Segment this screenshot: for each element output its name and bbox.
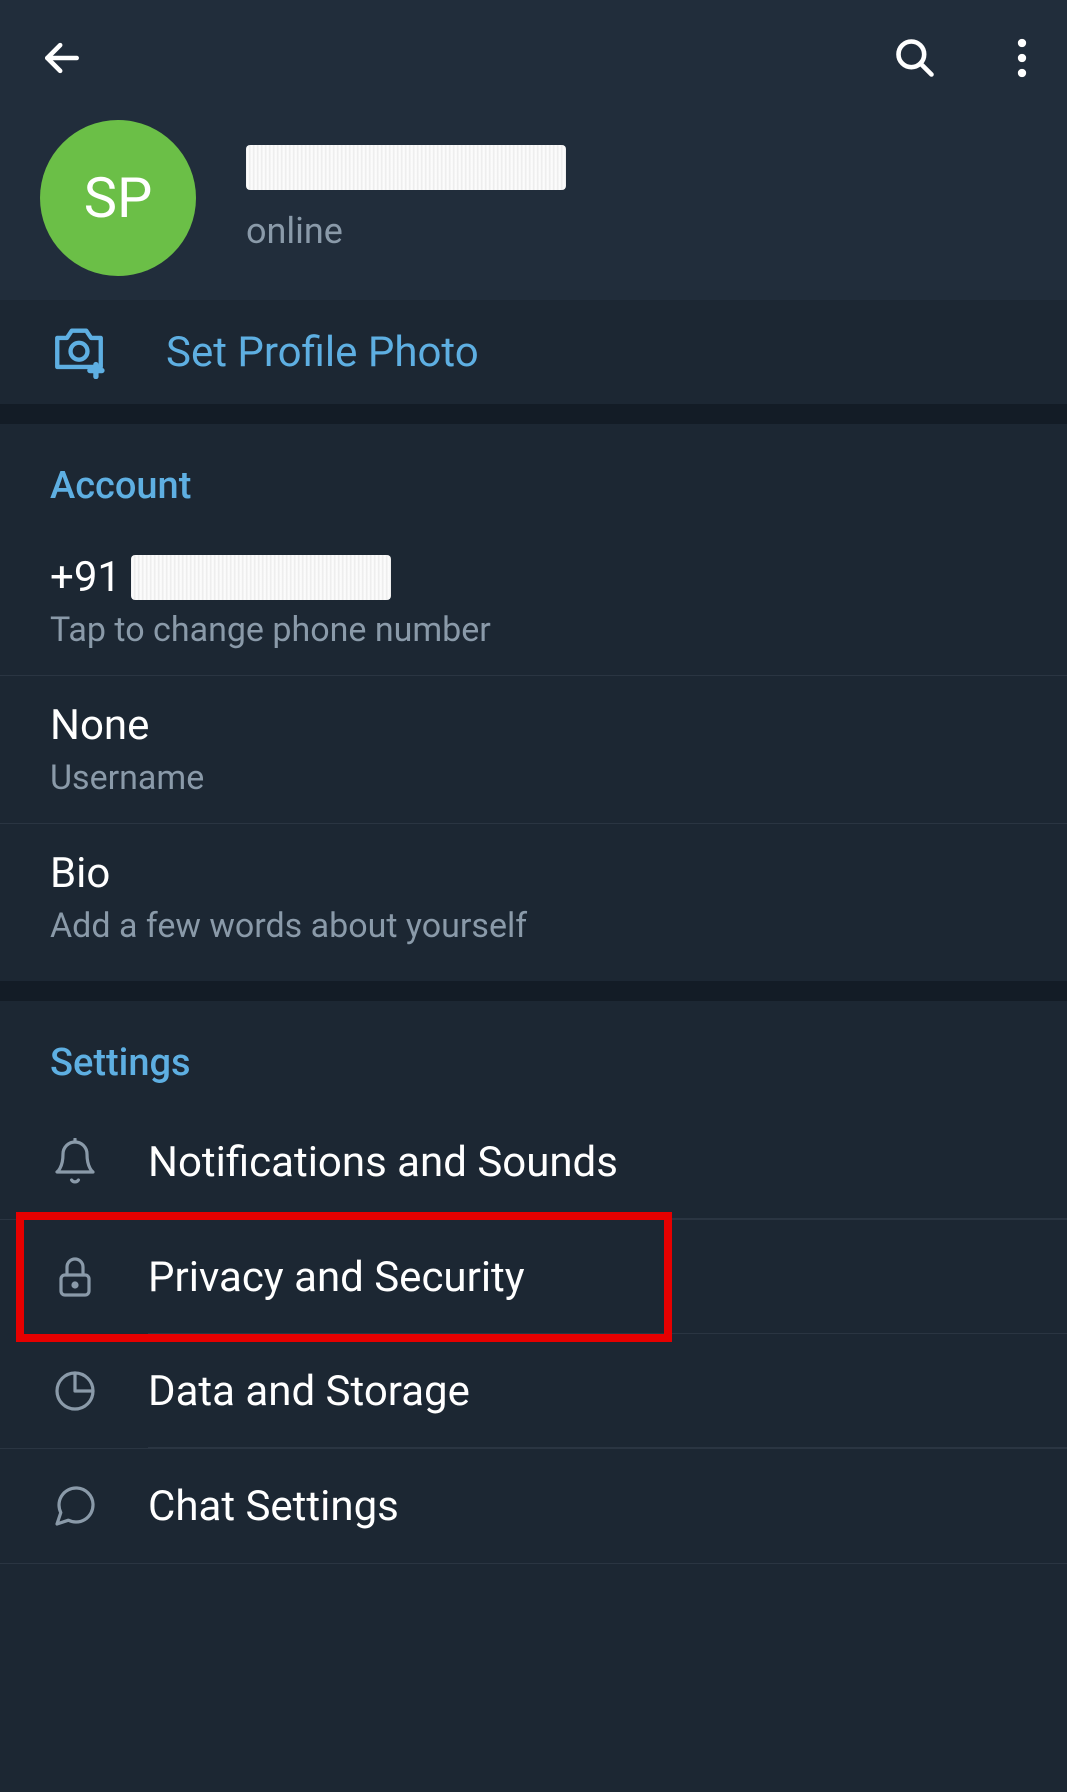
- avatar-initials: SP: [84, 165, 153, 231]
- bio-value: Bio: [50, 849, 1017, 898]
- back-button[interactable]: [40, 36, 84, 84]
- back-arrow-icon: [40, 36, 84, 80]
- bell-icon: [50, 1137, 100, 1187]
- username-label: Username: [50, 758, 1017, 798]
- phone-prefix: +91: [50, 553, 121, 602]
- username-item[interactable]: None Username: [0, 676, 1067, 824]
- top-right-actions: [893, 36, 1027, 84]
- redacted-name: [246, 145, 566, 190]
- chat-settings-label: Chat Settings: [148, 1482, 399, 1531]
- pie-chart-icon: [50, 1366, 100, 1416]
- bio-item[interactable]: Bio Add a few words about yourself: [0, 824, 1067, 971]
- privacy-security-item[interactable]: Privacy and Security: [0, 1220, 1067, 1334]
- phone-label: Tap to change phone number: [50, 610, 1017, 650]
- data-storage-item[interactable]: Data and Storage: [0, 1334, 1067, 1449]
- account-section: Account +91 Tap to change phone number N…: [0, 424, 1067, 981]
- section-divider: [0, 404, 1067, 424]
- lock-icon: [50, 1252, 100, 1302]
- profile-status: online: [246, 210, 566, 252]
- search-icon: [893, 36, 937, 80]
- settings-section: Settings Notifications and Sounds Privac…: [0, 1001, 1067, 1564]
- more-vertical-icon: [1017, 37, 1027, 79]
- search-button[interactable]: [893, 36, 937, 84]
- profile-info: online: [246, 145, 566, 252]
- phone-number-item[interactable]: +91 Tap to change phone number: [0, 528, 1067, 676]
- chat-bubble-icon: [50, 1481, 100, 1531]
- phone-number-value: +91: [50, 553, 1017, 602]
- more-button[interactable]: [1017, 37, 1027, 83]
- account-section-title: Account: [0, 454, 1067, 528]
- camera-add-icon: [50, 321, 108, 383]
- chat-settings-item[interactable]: Chat Settings: [0, 1449, 1067, 1564]
- avatar[interactable]: SP: [40, 120, 196, 276]
- bio-label: Add a few words about yourself: [50, 906, 1017, 946]
- profile-name: [246, 145, 566, 202]
- settings-section-title: Settings: [0, 1031, 1067, 1105]
- top-bar: [0, 0, 1067, 90]
- redacted-phone: [131, 555, 391, 600]
- privacy-label: Privacy and Security: [148, 1253, 525, 1302]
- username-value: None: [50, 701, 1017, 750]
- data-storage-label: Data and Storage: [148, 1367, 470, 1416]
- section-divider: [0, 981, 1067, 1001]
- set-profile-photo-button[interactable]: Set Profile Photo: [0, 300, 1067, 404]
- profile-section: SP online: [0, 90, 1067, 276]
- notifications-item[interactable]: Notifications and Sounds: [0, 1105, 1067, 1220]
- set-photo-label: Set Profile Photo: [166, 328, 479, 377]
- notifications-label: Notifications and Sounds: [148, 1138, 618, 1187]
- header: SP online: [0, 0, 1067, 300]
